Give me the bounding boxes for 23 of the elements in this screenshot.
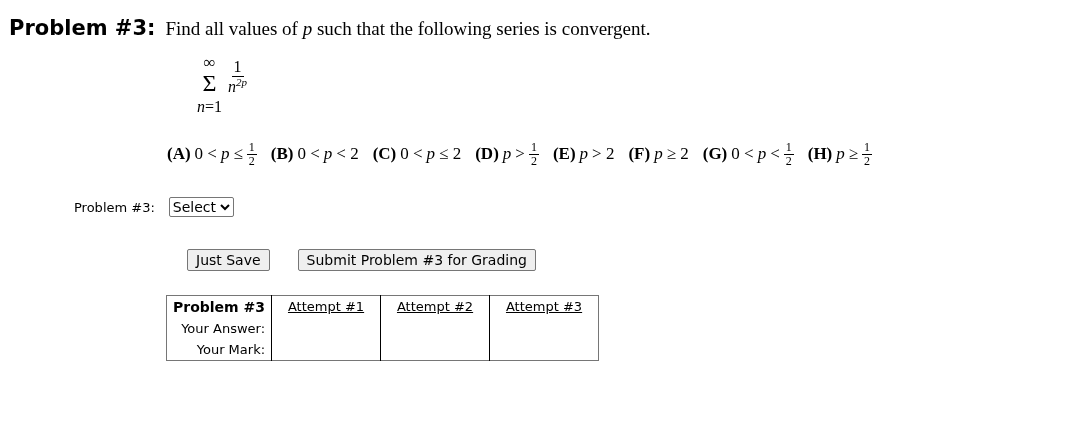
row-label: Your Mark:: [166, 339, 272, 361]
answer-option: (F) p ≥ 2: [628, 144, 689, 164]
submit-button[interactable]: Submit Problem #3 for Grading: [297, 249, 536, 271]
row-label: Your Answer:: [166, 318, 272, 339]
answer-option: (B) 0 < p < 2: [270, 144, 359, 164]
answer-option: (C) 0 < p ≤ 2: [372, 144, 462, 164]
attempt-link[interactable]: Attempt #2: [396, 299, 474, 314]
summation-formula: ∞ Σ n=1: [197, 54, 223, 115]
answer-select[interactable]: Select: [168, 197, 235, 217]
fraction: 1 2: [528, 141, 539, 167]
problem-label: Problem #3:: [9, 16, 156, 40]
fraction: 1 2: [246, 141, 257, 167]
problem-text: Find all values of p such that the following series is convergent.: [165, 18, 651, 40]
answer-option: (E) p > 2: [552, 144, 615, 164]
save-button[interactable]: Just Save: [187, 249, 270, 271]
table-header: Problem #3: [166, 295, 272, 318]
attempt-link[interactable]: Attempt #3: [505, 299, 583, 314]
fraction: 1 2: [783, 141, 794, 167]
answer-label: Problem #3:: [74, 199, 155, 215]
chevron-down-icon: [220, 203, 231, 211]
series-term: 1 n$^{2p}$: [228, 59, 248, 96]
attempt-link[interactable]: Attempt #1: [287, 299, 365, 314]
fraction: 1 2: [862, 141, 873, 167]
